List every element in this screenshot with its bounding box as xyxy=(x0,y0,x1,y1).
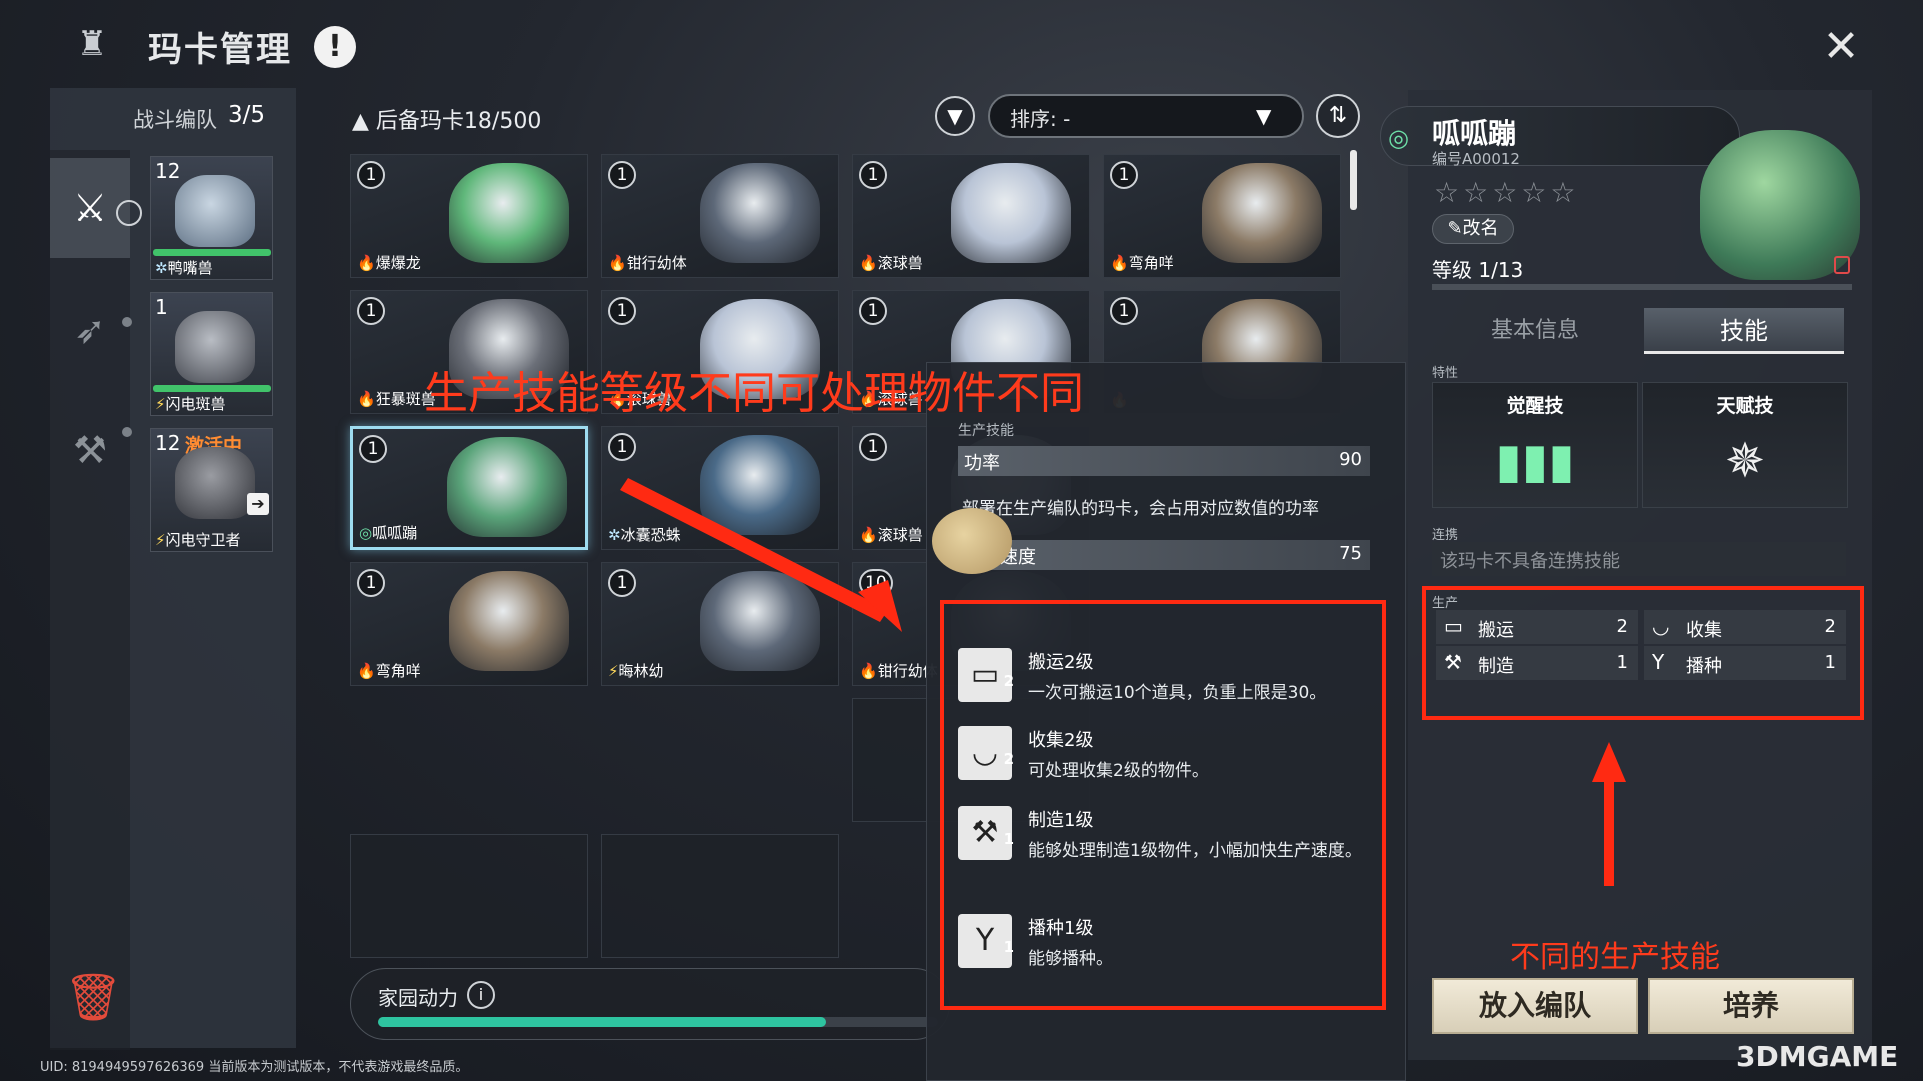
annotation-text: 生产技能等级不同可处理物件不同 xyxy=(424,368,1084,419)
annotation-arrow xyxy=(1604,780,1614,886)
annotation-arrow xyxy=(620,478,888,622)
annotation-text: 不同的生产技能 xyxy=(1510,940,1720,975)
annotation-arrow-head xyxy=(1592,742,1626,782)
annotation-arrows xyxy=(620,478,1626,886)
watermark: 3DMGAME xyxy=(1736,1040,1899,1073)
